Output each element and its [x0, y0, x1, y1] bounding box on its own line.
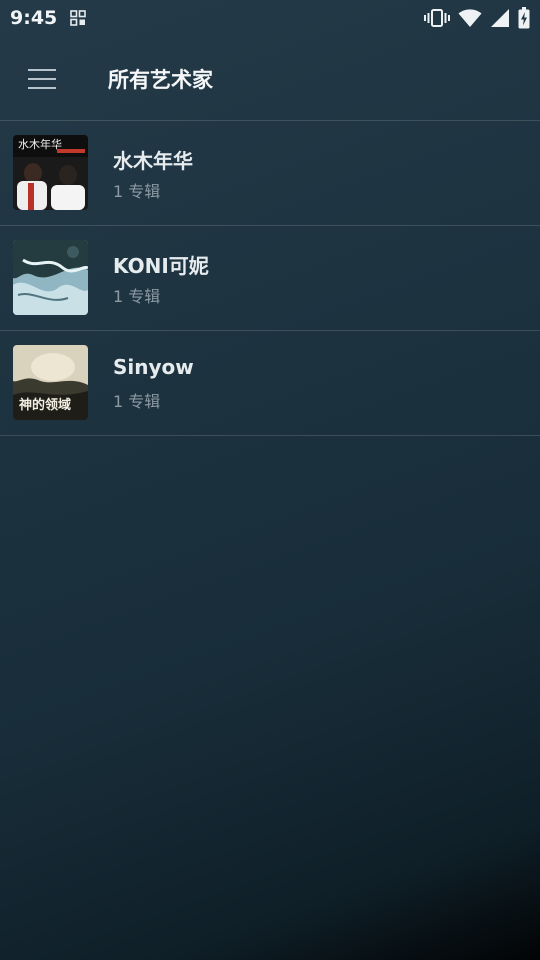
list-item[interactable]: 神的领域 Sinyow 1 专辑: [0, 331, 540, 436]
hamburger-menu-icon[interactable]: [20, 58, 64, 102]
album-count: 1 专辑: [113, 287, 161, 306]
status-time: 9:45: [10, 7, 58, 29]
list-item[interactable]: 水木年华 水木年华 1 专辑: [0, 121, 540, 226]
album-count: 1 专辑: [113, 182, 161, 201]
album-cover: 水木年华: [13, 135, 88, 210]
artist-name: Sinyow: [113, 355, 194, 379]
status-bar: 9:45: [0, 0, 540, 36]
battery-charging-icon: [518, 7, 530, 29]
artist-list: 水木年华 水木年华 1 专辑 KONI可妮 1 专辑 神的领域 Sinyow 1…: [0, 121, 540, 436]
album-cover: [13, 240, 88, 315]
vibrate-icon: [424, 9, 450, 27]
cell-signal-icon: [491, 9, 509, 27]
grid-app-icon: [70, 10, 86, 26]
artist-name: KONI可妮: [113, 254, 209, 278]
cover-title-text: 水木年华: [18, 137, 62, 151]
album-cover: 神的领域: [13, 345, 88, 420]
album-count: 1 专辑: [113, 392, 161, 411]
status-icons: [416, 6, 530, 30]
artist-name: 水木年华: [113, 149, 193, 173]
wifi-icon: [458, 9, 482, 27]
page-title: 所有艺术家: [108, 68, 213, 92]
cover-title-text: 神的领域: [19, 397, 71, 413]
list-item[interactable]: KONI可妮 1 专辑: [0, 226, 540, 331]
app-bar: 所有艺术家: [0, 36, 540, 121]
